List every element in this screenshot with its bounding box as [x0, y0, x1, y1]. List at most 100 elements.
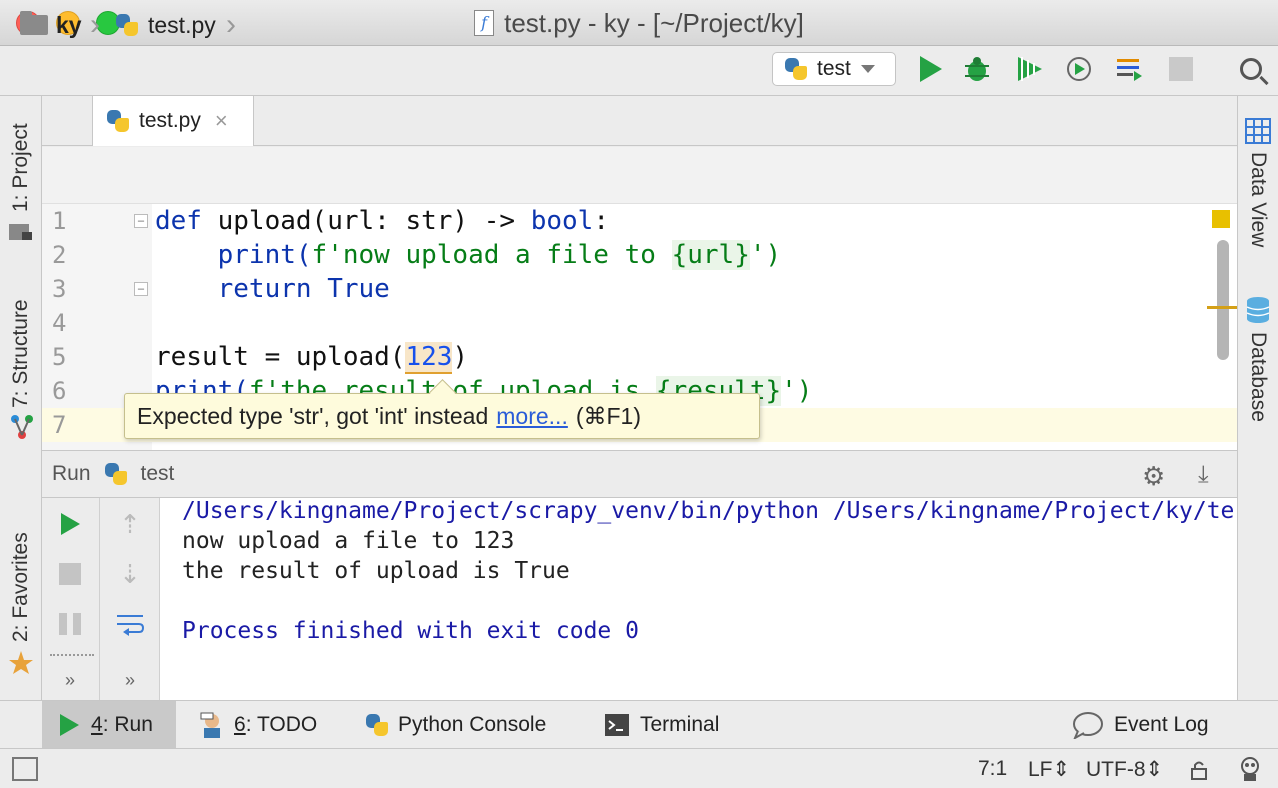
- pause-icon: [59, 613, 81, 635]
- tool-tab-todo[interactable]: 6: TODO: [198, 701, 317, 749]
- stop-icon: [1169, 57, 1193, 81]
- python-icon: [103, 461, 129, 487]
- run-panel-title: Run: [52, 462, 91, 485]
- tool-tab-structure[interactable]: 7: Structure: [9, 299, 33, 408]
- coverage-button[interactable]: [1014, 54, 1044, 84]
- line-separator[interactable]: LF⇕: [1028, 757, 1070, 782]
- more-actions-icon[interactable]: »: [50, 660, 90, 700]
- stop-icon: [59, 563, 81, 585]
- line-number: 3: [52, 275, 67, 303]
- type-error-highlight[interactable]: 123: [405, 342, 453, 374]
- line-number: 6: [52, 377, 67, 405]
- python-icon: [783, 56, 809, 82]
- play-icon: [60, 513, 80, 535]
- inspection-status-icon[interactable]: [1212, 210, 1230, 228]
- data-view-icon: [1245, 118, 1271, 144]
- tool-tab-run[interactable]: 4: Run: [42, 701, 176, 749]
- warning-stripe-marker[interactable]: [1207, 306, 1237, 309]
- speech-bubble-icon: [1073, 712, 1103, 739]
- python-file-icon: [114, 12, 140, 38]
- run-configuration-select[interactable]: test: [772, 52, 896, 86]
- tool-tab-event-log[interactable]: Event Log: [1072, 701, 1209, 749]
- inspector-icon[interactable]: [1236, 755, 1264, 783]
- console-line: now upload a file to 123: [182, 528, 515, 554]
- profile-button[interactable]: [1064, 54, 1094, 84]
- type-error-tooltip: Expected type 'str', got 'int' instead m…: [124, 393, 760, 439]
- bug-icon: [965, 57, 989, 81]
- pause-output-button[interactable]: [50, 604, 90, 644]
- caret-position[interactable]: 7:1: [978, 757, 1007, 781]
- stop-run-button[interactable]: [50, 554, 90, 594]
- run-panel-config[interactable]: test: [141, 462, 175, 486]
- more-actions-icon[interactable]: »: [110, 660, 150, 700]
- todo-icon: [200, 712, 220, 738]
- breadcrumb-project[interactable]: ky: [20, 8, 82, 42]
- rerun-button[interactable]: [50, 504, 90, 544]
- soft-wrap-button[interactable]: [110, 604, 150, 644]
- breadcrumb-project-label: ky: [56, 11, 82, 38]
- console-line: /Users/kingname/Project/scrapy_venv/bin/…: [182, 498, 1235, 524]
- star-icon: [9, 651, 33, 674]
- tool-tab-data-view[interactable]: Data View: [1246, 152, 1270, 247]
- arrow-up-icon[interactable]: ⇡: [110, 504, 150, 544]
- profiler-icon: [1067, 57, 1091, 81]
- project-folder-icon: [9, 224, 32, 240]
- run-configuration-label: test: [817, 57, 851, 80]
- search-everywhere-button[interactable]: [1236, 54, 1266, 84]
- code-line: 2 print(f'now upload a file to {url}'): [52, 240, 782, 270]
- breadcrumb-file[interactable]: test.py: [114, 8, 216, 42]
- fold-icon[interactable]: −: [134, 214, 148, 228]
- tool-tab-database[interactable]: Database: [1246, 332, 1270, 422]
- status-bar: 7:1 LF⇕ UTF-8⇕: [0, 748, 1278, 788]
- chevron-right-icon: ›: [226, 8, 236, 41]
- editor-breadcrumb-area: [42, 147, 1237, 204]
- play-icon: [60, 714, 79, 736]
- tooltip-more-link[interactable]: more...: [496, 403, 568, 430]
- concurrency-icon: [1117, 59, 1142, 81]
- lock-icon[interactable]: [1190, 759, 1210, 781]
- tool-tab-project[interactable]: 1: Project: [9, 123, 33, 212]
- concurrency-button[interactable]: [1114, 54, 1144, 84]
- hide-panel-icon[interactable]: ⤓: [1198, 461, 1209, 489]
- structure-icon: [11, 415, 33, 439]
- code-line: 5 result = upload(123): [52, 342, 469, 374]
- stop-button[interactable]: [1166, 54, 1196, 84]
- breadcrumb-file-label: test.py: [148, 11, 216, 38]
- coverage-icon: [1018, 57, 1042, 81]
- run-console-output[interactable]: /Users/kingname/Project/scrapy_venv/bin/…: [160, 498, 1237, 700]
- tool-tab-python-console[interactable]: Python Console: [364, 701, 546, 749]
- tool-tab-favorites[interactable]: 2: Favorites: [9, 532, 33, 642]
- toggle-tool-windows-icon[interactable]: [12, 757, 38, 781]
- console-line: Process finished with exit code 0: [182, 618, 639, 644]
- run-output-controls: ⇡ ⇣ »: [100, 498, 160, 700]
- code-line: 1 − def upload(url: str) -> bool:: [52, 206, 609, 236]
- soft-wrap-icon: [117, 615, 145, 636]
- arrow-down-icon[interactable]: ⇣: [110, 554, 150, 594]
- tooltip-message: Expected type 'str', got 'int' instead: [137, 402, 489, 429]
- search-icon: [1240, 58, 1262, 80]
- bottom-tool-bar: 4: Run 6: TODO Python Console Terminal E…: [0, 700, 1278, 749]
- editor-scrollbar[interactable]: [1217, 240, 1229, 360]
- editor-tab-test-py[interactable]: test.py ×: [92, 96, 254, 146]
- chevron-down-icon: [860, 65, 875, 73]
- code-line: 3 − return True: [52, 274, 390, 304]
- line-number: 5: [52, 343, 67, 371]
- run-controls: »: [42, 498, 100, 700]
- gear-icon[interactable]: ⚙: [1142, 461, 1165, 492]
- line-number: 4: [52, 309, 67, 337]
- folder-icon: [20, 11, 48, 35]
- run-button[interactable]: [916, 54, 946, 84]
- left-tool-strip: 1: Project 7: Structure 2: Favorites: [0, 96, 42, 700]
- close-icon[interactable]: ×: [215, 108, 228, 134]
- line-number: 1: [52, 207, 67, 235]
- debug-button[interactable]: [962, 54, 992, 84]
- fold-icon[interactable]: −: [134, 282, 148, 296]
- terminal-icon: [605, 714, 629, 736]
- code-line: 4: [42, 306, 1237, 340]
- editor-tab-label: test.py: [139, 109, 201, 132]
- window-title: test.py - ky - [~/Project/ky]: [504, 7, 804, 38]
- right-tool-strip: Data View Database: [1237, 96, 1278, 700]
- file-encoding[interactable]: UTF-8⇕: [1086, 757, 1163, 782]
- database-icon: [1246, 297, 1270, 323]
- tool-tab-terminal[interactable]: Terminal: [604, 701, 719, 749]
